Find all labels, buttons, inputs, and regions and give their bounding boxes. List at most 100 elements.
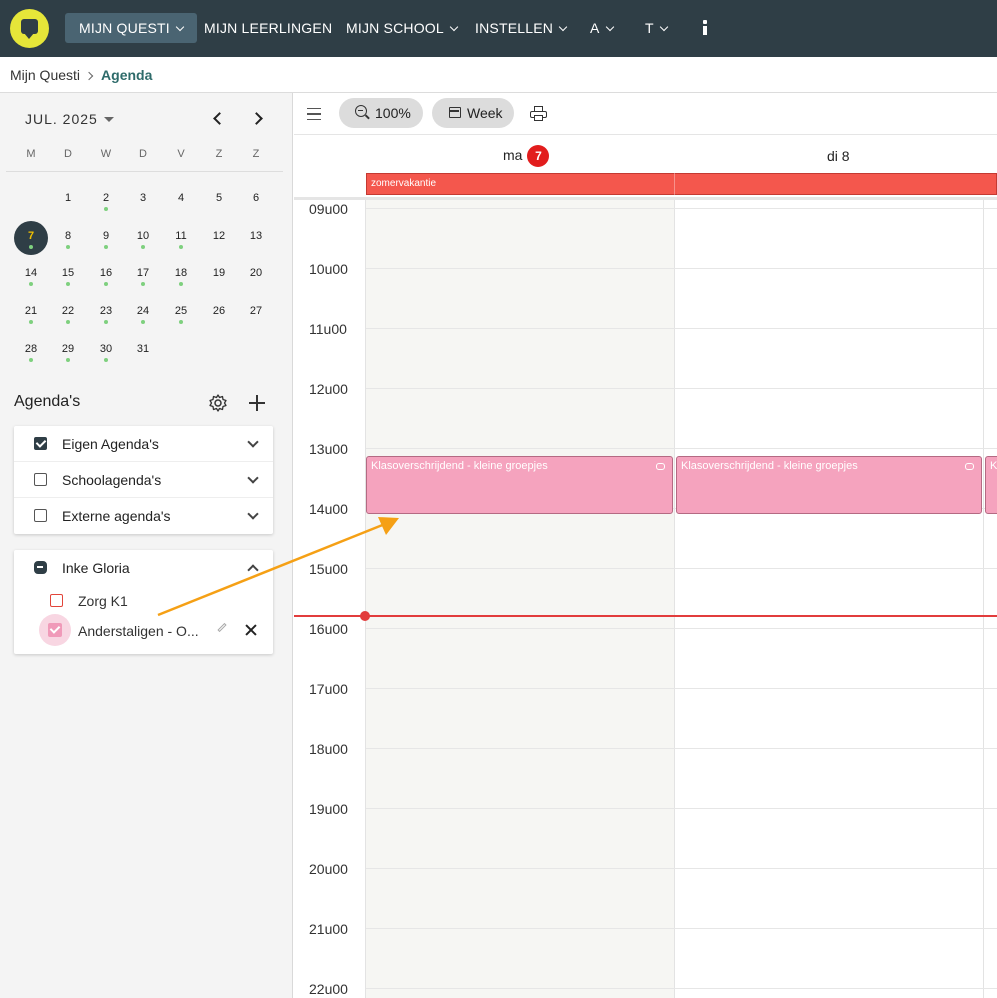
- calendar-day[interactable]: 8: [51, 221, 85, 255]
- calendar-day[interactable]: 16: [89, 258, 123, 292]
- externe-agendas-checkbox[interactable]: [34, 509, 47, 522]
- monday-column[interactable]: [366, 200, 674, 998]
- calendar-day[interactable]: 12: [202, 221, 236, 255]
- calendar-day-number: 5: [215, 192, 223, 204]
- calendar-day[interactable]: 13: [239, 221, 273, 255]
- user-agenda-checkbox[interactable]: [34, 561, 47, 574]
- nav-a[interactable]: A: [590, 13, 614, 43]
- nav-instellen[interactable]: INSTELLEN: [475, 13, 568, 43]
- calendar-day-number: 17: [136, 267, 150, 279]
- calendar-day[interactable]: 10: [126, 221, 160, 255]
- breadcrumb-root[interactable]: Mijn Questi: [10, 67, 80, 83]
- add-agenda-icon[interactable]: [249, 395, 265, 411]
- questi-logo-icon[interactable]: [10, 9, 49, 48]
- agenda-group-eigen[interactable]: Eigen Agenda's: [14, 426, 273, 462]
- chevron-down-icon[interactable]: [247, 472, 259, 484]
- calendar-day[interactable]: 18: [164, 258, 198, 292]
- calendar-day[interactable]: 26: [202, 296, 236, 330]
- calendar-day[interactable]: 5: [202, 183, 236, 217]
- user-agenda-header[interactable]: Inke Gloria: [14, 550, 273, 586]
- zoom-button[interactable]: 100%: [339, 98, 423, 128]
- allday-event-zomervakantie[interactable]: zomervakantie: [366, 173, 997, 195]
- zoom-level: 100%: [375, 105, 411, 121]
- eigen-agendas-checkbox[interactable]: [34, 437, 47, 450]
- sub-agenda-zorg-k1[interactable]: Zorg K1: [14, 586, 273, 616]
- agenda-group-school[interactable]: Schoolagenda's: [14, 462, 273, 498]
- calendar-day-today[interactable]: 7: [14, 221, 48, 255]
- gear-icon[interactable]: [208, 393, 228, 413]
- nav-mijn-questi[interactable]: MIJN QUESTI: [65, 13, 197, 43]
- close-icon[interactable]: [244, 623, 258, 637]
- calendar-day-number: 1: [64, 192, 72, 204]
- calendar-day[interactable]: 21: [14, 296, 48, 330]
- agenda-group-externe[interactable]: Externe agenda's: [14, 498, 273, 534]
- chevron-down-icon: [605, 22, 614, 32]
- nav-mijn-school[interactable]: MIJN SCHOOL: [346, 13, 459, 43]
- calendar-day-number: 10: [136, 230, 150, 242]
- calendar-day[interactable]: 9: [89, 221, 123, 255]
- calendar-day[interactable]: 31: [126, 334, 160, 368]
- calendar-day[interactable]: 22: [51, 296, 85, 330]
- calendar-day[interactable]: 11: [164, 221, 198, 255]
- calendar-day[interactable]: 20: [239, 258, 273, 292]
- calendar-day[interactable]: 24: [126, 296, 160, 330]
- calendar-day[interactable]: 25: [164, 296, 198, 330]
- hour-label: 15u00: [309, 561, 348, 577]
- calendar-day[interactable]: 27: [239, 296, 273, 330]
- hour-gridline: [366, 868, 997, 869]
- info-icon[interactable]: [699, 18, 711, 38]
- event-indicator-dot: [29, 320, 33, 324]
- calendar-day[interactable]: 23: [89, 296, 123, 330]
- hamburger-menu-icon[interactable]: [307, 108, 321, 120]
- repeat-icon: [965, 463, 974, 470]
- calendar-day[interactable]: 28: [14, 334, 48, 368]
- hour-label: 21u00: [309, 921, 348, 937]
- calendar-day[interactable]: 14: [14, 258, 48, 292]
- event-block[interactable]: K: [985, 456, 997, 514]
- calendar-day[interactable]: 1: [51, 183, 85, 217]
- next-month-button[interactable]: [249, 109, 269, 129]
- chevron-up-icon[interactable]: [247, 564, 259, 576]
- calendar-day-number: 24: [136, 305, 150, 317]
- hour-gridline: [366, 448, 997, 449]
- calendar-day[interactable]: 4: [164, 183, 198, 217]
- print-icon[interactable]: [530, 106, 547, 121]
- calendar-day[interactable]: 29: [51, 334, 85, 368]
- view-week-button[interactable]: Week: [432, 98, 514, 128]
- view-label: Week: [467, 105, 503, 121]
- event-indicator-dot: [104, 282, 108, 286]
- calendar-day[interactable]: 19: [202, 258, 236, 292]
- chevron-down-icon[interactable]: [247, 436, 259, 448]
- zorg-k1-checkbox[interactable]: [50, 594, 63, 607]
- calendar-day[interactable]: 15: [51, 258, 85, 292]
- calendar-day-number: 2: [102, 192, 110, 204]
- pencil-icon[interactable]: [217, 622, 227, 633]
- calendar-day-number: 23: [99, 305, 113, 317]
- event-indicator-dot: [29, 245, 33, 249]
- repeat-icon: [656, 463, 665, 470]
- day-header-monday[interactable]: ma 7: [503, 145, 550, 167]
- event-block[interactable]: Klasoverschrijdend - kleine groepjes: [366, 456, 673, 514]
- hour-label: 11u00: [309, 321, 347, 337]
- chevron-down-icon[interactable]: [247, 508, 259, 520]
- anderstaligen-checkbox[interactable]: [39, 614, 71, 646]
- prev-month-button[interactable]: [207, 109, 227, 129]
- nav-t[interactable]: T: [645, 13, 669, 43]
- time-gutter-divider: [365, 200, 366, 998]
- schoolagendas-checkbox[interactable]: [34, 473, 47, 486]
- calendar-day[interactable]: 17: [126, 258, 160, 292]
- sub-agenda-anderstaligen[interactable]: Anderstaligen - O...: [14, 614, 273, 646]
- event-block[interactable]: Klasoverschrijdend - kleine groepjes: [676, 456, 982, 514]
- calendar-day[interactable]: 3: [126, 183, 160, 217]
- month-selector[interactable]: JUL. 2025: [25, 111, 114, 127]
- calendar-day[interactable]: 2: [89, 183, 123, 217]
- agenda-groups-card: Eigen Agenda's Schoolagenda's Externe ag…: [14, 426, 273, 534]
- calendar-day[interactable]: 6: [239, 183, 273, 217]
- top-navigation-bar: MIJN QUESTI MIJN LEERLINGEN MIJN SCHOOL …: [0, 0, 997, 57]
- calendar-day-number: 20: [249, 267, 263, 279]
- hour-gridline: [366, 388, 997, 389]
- hour-gridline: [366, 328, 997, 329]
- nav-mijn-leerlingen[interactable]: MIJN LEERLINGEN: [204, 13, 332, 43]
- calendar-day[interactable]: 30: [89, 334, 123, 368]
- day-header-tuesday[interactable]: di 8: [827, 148, 850, 164]
